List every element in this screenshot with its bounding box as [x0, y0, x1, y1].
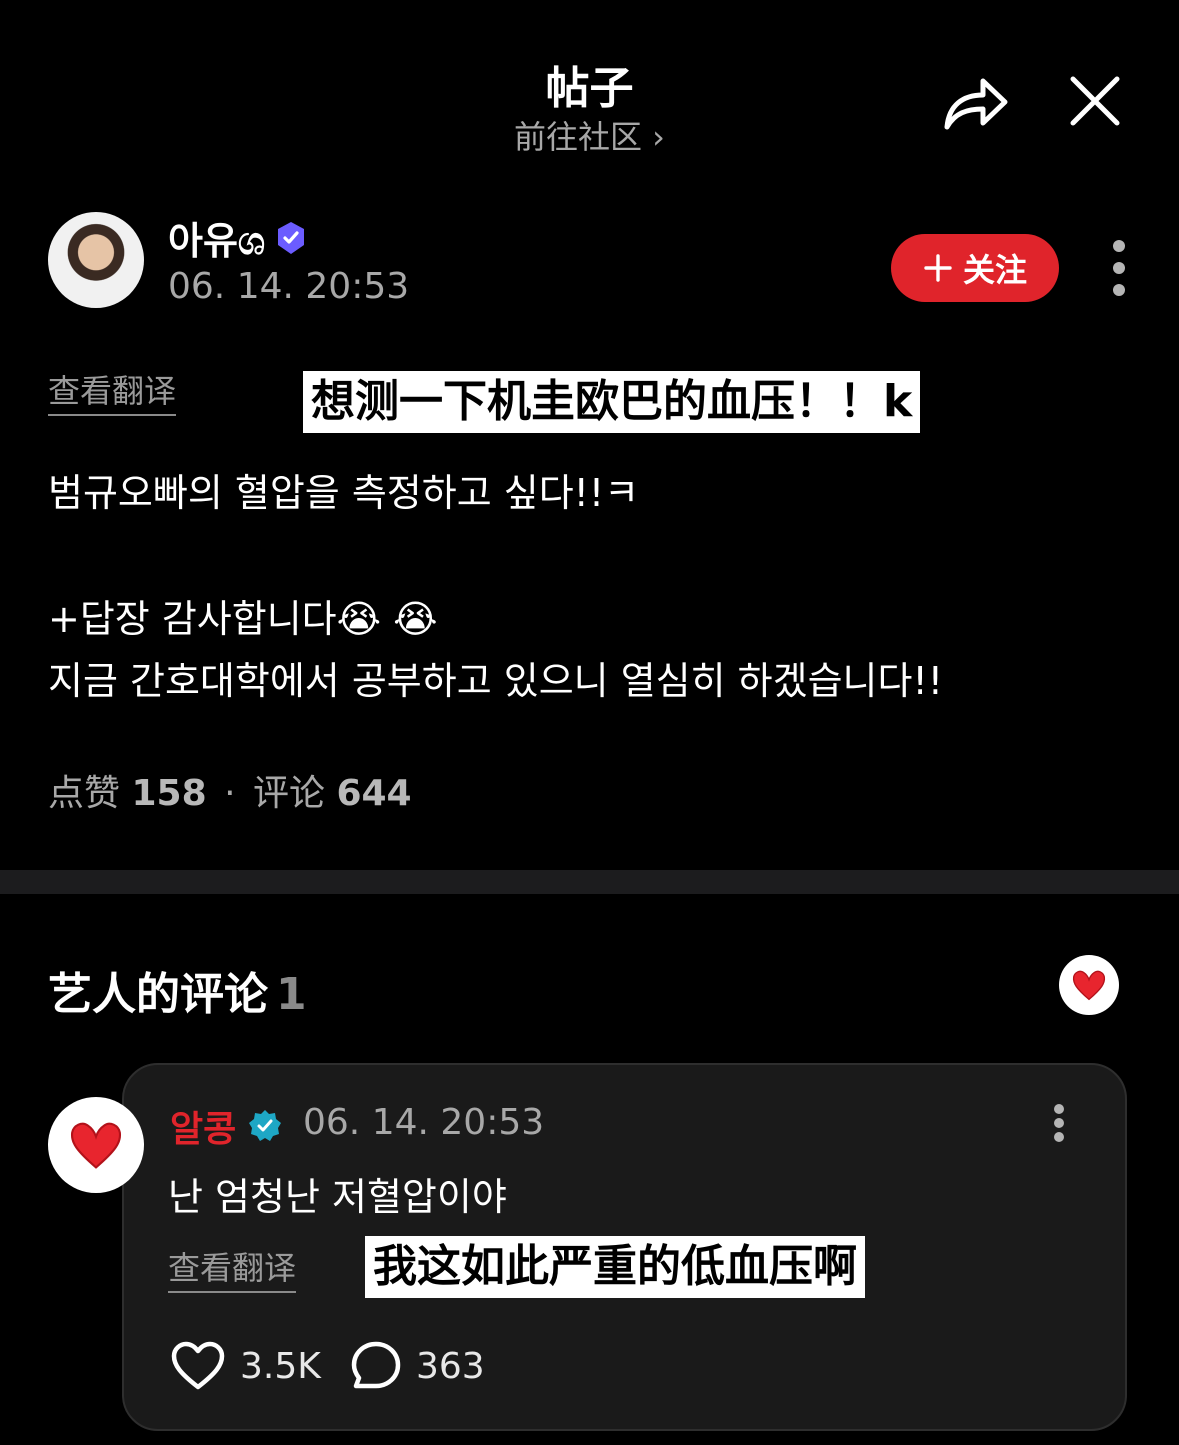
heart-outline-icon	[171, 1341, 225, 1390]
more-dot-icon	[1054, 1132, 1064, 1142]
stats-separator: ·	[224, 773, 236, 814]
plus-icon	[924, 254, 952, 282]
author-name-row[interactable]: 아유ශ	[168, 210, 309, 265]
speech-bubble-icon	[351, 1341, 401, 1389]
more-dot-icon	[1113, 240, 1125, 252]
commenter-avatar[interactable]	[48, 1097, 144, 1193]
post-translation-overlay: 想测一下机圭欧巴的血压！！k	[303, 371, 921, 433]
post-text-line: +답장 감사합니다😭 😭	[48, 597, 438, 641]
comment-reply-count: 363	[416, 1345, 485, 1387]
verified-badge-icon	[278, 221, 305, 254]
likes-count: 158	[131, 773, 207, 814]
comment-reply-button[interactable]: 363	[350, 1340, 485, 1392]
comment-like-count: 3.5K	[240, 1345, 321, 1387]
heart-icon	[1072, 970, 1106, 1001]
artist-heart-badge[interactable]	[1059, 955, 1119, 1015]
verified-badge-icon	[249, 1110, 282, 1141]
comments-count: 644	[336, 773, 412, 814]
comment-translate-link[interactable]: 查看翻译	[168, 1243, 297, 1293]
commenter-name: 알콩	[170, 1109, 237, 1150]
post-stats: 点赞 158 · 评论 644	[48, 764, 412, 816]
more-dot-icon	[1054, 1104, 1064, 1114]
comment-like-button[interactable]: 3.5K	[170, 1340, 321, 1392]
author-name: 아유ශ	[168, 219, 266, 263]
author-avatar[interactable]	[48, 212, 144, 308]
more-dot-icon	[1113, 262, 1125, 274]
close-button[interactable]	[1064, 70, 1126, 132]
comment-translation-overlay: 我这如此严重的低血压啊	[365, 1236, 865, 1298]
artist-comments-title: 艺人的评论	[48, 969, 268, 1020]
comment-text: 난 엄청난 저혈압이야	[168, 1175, 507, 1219]
artist-comments-header: 艺人的评论 1	[48, 958, 307, 1022]
comment-timestamp: 06. 14. 20:53	[303, 1102, 545, 1143]
comment-more-button[interactable]	[1052, 1104, 1066, 1142]
commenter-name-row[interactable]: 알콩	[170, 1100, 282, 1152]
post-translate-link[interactable]: 查看翻译	[48, 366, 177, 416]
likes-label: 点赞	[48, 773, 121, 814]
close-icon	[1070, 76, 1120, 126]
share-button[interactable]	[938, 68, 1014, 136]
heart-icon	[70, 1122, 122, 1169]
follow-button[interactable]: 关注	[891, 234, 1059, 302]
follow-label: 关注	[962, 251, 1027, 289]
more-dot-icon	[1054, 1118, 1064, 1128]
more-dot-icon	[1113, 284, 1125, 296]
share-arrow-icon	[944, 78, 1008, 130]
section-divider	[0, 870, 1179, 894]
comments-label: 评论	[252, 773, 325, 814]
post-text-line: 지금 간호대학에서 공부하고 있으니 열심히 하겠습니다!!	[48, 659, 943, 703]
post-text-line: 범규오빠의 혈압을 측정하고 싶다!!ㅋ	[48, 471, 640, 515]
artist-comments-count: 1	[276, 969, 307, 1020]
post-more-button[interactable]	[1110, 240, 1128, 296]
post-timestamp: 06. 14. 20:53	[168, 266, 410, 307]
